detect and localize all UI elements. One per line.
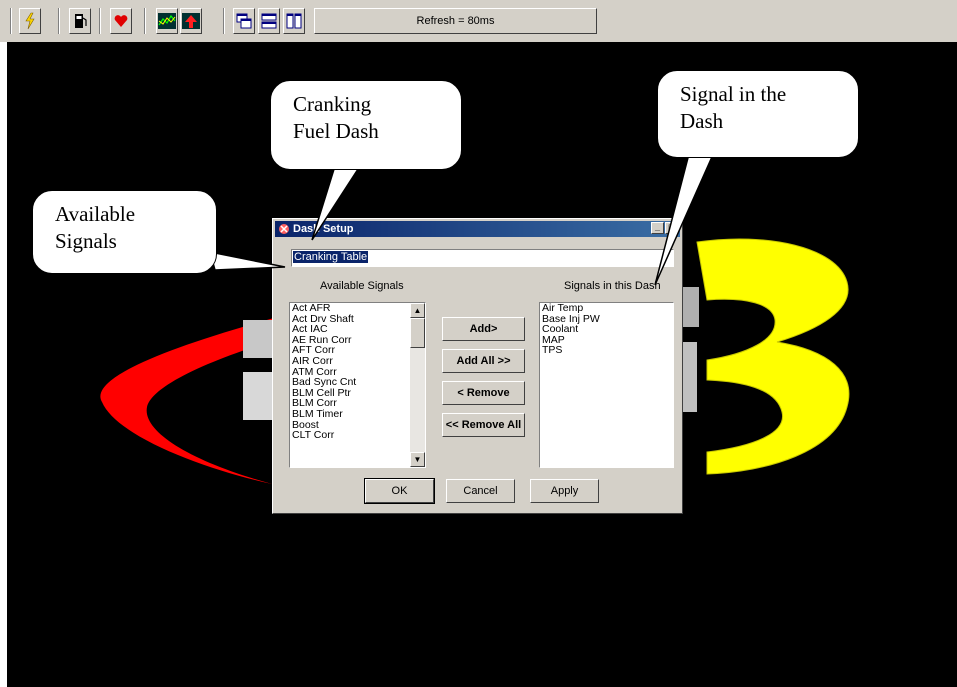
signals-in-dash-list[interactable]: Air Temp Base Inj PW Coolant MAP TPS: [539, 302, 674, 468]
available-signal-item[interactable]: BLM Timer: [290, 409, 425, 420]
red-heart-icon: [114, 15, 128, 27]
cancel-button[interactable]: Cancel: [446, 479, 515, 503]
toolbar: Refresh = 80ms: [0, 0, 957, 42]
dash-name-input[interactable]: Cranking Table: [291, 249, 674, 267]
dialog-titlebar[interactable]: Dash Setup _ □: [275, 221, 680, 237]
maximize-button[interactable]: □: [665, 222, 678, 234]
available-signals-list[interactable]: Act AFR Act Drv Shaft Act IAC AE Run Corr AF…: [289, 302, 426, 468]
toolbar-separator: [58, 8, 60, 34]
dash-name-value: Cranking Table: [293, 251, 369, 263]
lightning-icon: [25, 12, 35, 30]
dash-signals-items: Air Temp Base Inj PW Coolant MAP TPS: [540, 303, 673, 356]
tile-horizontal-button[interactable]: [258, 8, 280, 34]
stop-button[interactable]: [110, 8, 132, 34]
signals-in-dash-label: Signals in this Dash: [564, 280, 661, 292]
cascade-windows-icon: [236, 13, 252, 29]
available-signals-label: Available Signals: [320, 280, 404, 292]
remove-all-button[interactable]: << Remove All: [442, 413, 525, 437]
available-signal-item[interactable]: Act AFR: [290, 303, 425, 314]
cranking-callout-text: Cranking Fuel Dash: [293, 92, 379, 143]
minimize-button[interactable]: _: [651, 222, 664, 234]
chart-arrow-button[interactable]: [180, 8, 202, 34]
available-signals-callout: Available Signals: [32, 190, 217, 274]
cascade-windows-button[interactable]: [233, 8, 255, 34]
available-signal-item[interactable]: CLT Corr: [290, 430, 425, 441]
tile-horizontal-icon: [261, 13, 277, 29]
add-button[interactable]: Add>: [442, 317, 525, 341]
toolbar-separator: [10, 8, 12, 34]
scroll-up-button[interactable]: ▲: [410, 303, 425, 318]
chart-arrow-icon: [182, 13, 200, 29]
toolbar-separator: [144, 8, 146, 34]
toolbar-separator: [223, 8, 225, 34]
toolbar-separator: [99, 8, 101, 34]
app-icon: [279, 224, 289, 234]
available-list-scrollbar[interactable]: ▲ ▼: [410, 303, 425, 467]
dialog-title: Dash Setup: [293, 223, 354, 235]
dash-setup-dialog: Dash Setup _ □ Cranking Table Available …: [272, 218, 683, 514]
fuel-pump-icon: [75, 14, 87, 28]
lightning-button[interactable]: [19, 8, 41, 34]
cranking-fuel-dash-callout: Cranking Fuel Dash: [270, 80, 462, 170]
dash-signal-item[interactable]: TPS: [540, 345, 673, 356]
graph-icon: [158, 13, 176, 29]
add-all-button[interactable]: Add All >>: [442, 349, 525, 373]
graph-button[interactable]: [156, 8, 178, 34]
available-signals-items: Act AFR Act Drv Shaft Act IAC AE Run Corr AF…: [290, 303, 425, 441]
dash-signal-item[interactable]: Air Temp: [540, 303, 673, 314]
tile-vertical-icon: [286, 13, 302, 29]
refresh-rate-display: Refresh = 80ms: [314, 8, 597, 34]
available-callout-text: Available Signals: [55, 202, 136, 253]
ok-button[interactable]: OK: [364, 478, 435, 504]
signal-in-dash-callout: Signal in the Dash: [657, 70, 859, 158]
fuel-pump-button[interactable]: [69, 8, 91, 34]
remove-button[interactable]: < Remove: [442, 381, 525, 405]
tile-vertical-button[interactable]: [283, 8, 305, 34]
scroll-thumb[interactable]: [410, 318, 425, 348]
signal-callout-text: Signal in the Dash: [680, 82, 787, 133]
scroll-down-button[interactable]: ▼: [410, 452, 425, 467]
apply-button[interactable]: Apply: [530, 479, 599, 503]
available-signal-item[interactable]: AIR Corr: [290, 356, 425, 367]
